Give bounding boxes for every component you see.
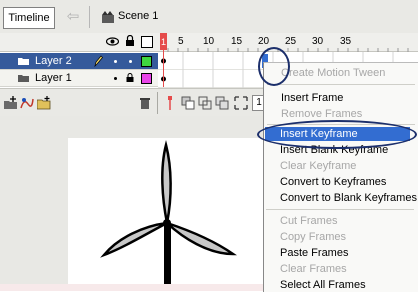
menu-separator [267, 84, 415, 85]
menu-item-clear-keyframe[interactable]: Clear Keyframe [280, 160, 356, 172]
playhead-line [163, 50, 164, 87]
menu-item-select-all-frames[interactable]: Select All Frames [280, 279, 366, 291]
layer-name: Layer 1 [35, 72, 72, 84]
lock-icon[interactable] [125, 35, 135, 47]
lock-icon[interactable] [126, 73, 134, 82]
timeline-toggle-button[interactable]: Timeline [3, 7, 55, 29]
layer-row-layer-2[interactable]: Layer 2 [0, 53, 158, 70]
stage-bottom-strip [0, 284, 268, 291]
center-frame-icon[interactable] [163, 96, 177, 110]
frame-number: 30 [312, 36, 324, 47]
scene-label[interactable]: Scene 1 [118, 10, 158, 22]
add-layer-icon[interactable] [4, 96, 18, 110]
insert-folder-icon[interactable] [37, 96, 51, 110]
edit-multiple-frames-icon[interactable] [215, 96, 229, 110]
wind-turbine-drawing [100, 140, 237, 291]
menu-separator [266, 209, 414, 210]
visibility-dot[interactable] [114, 77, 117, 80]
pasteboard [0, 116, 68, 291]
menu-item-convert-to-keyframes[interactable]: Convert to Keyframes [280, 176, 386, 188]
pencil-icon [94, 55, 103, 67]
onion-skin-outlines-icon[interactable] [198, 96, 212, 110]
playhead-frame-number: 1 [161, 37, 167, 47]
frame-number: 15 [231, 36, 243, 47]
lock-dot[interactable] [129, 60, 132, 63]
layer-outline-color[interactable] [141, 56, 152, 67]
frame-number: 10 [203, 36, 215, 47]
layer-outline-color[interactable] [141, 73, 152, 84]
frame-number: 35 [340, 36, 352, 47]
visibility-dot[interactable] [114, 60, 117, 63]
menu-item-remove-frames[interactable]: Remove Frames [281, 108, 362, 120]
stage-canvas[interactable] [68, 138, 263, 291]
bottom-divider [157, 92, 158, 114]
frame-number: 5 [178, 36, 184, 47]
trash-icon[interactable] [138, 96, 152, 110]
menu-item-convert-to-blank-keyframes[interactable]: Convert to Blank Keyframes [280, 192, 417, 204]
scene-icon [102, 11, 114, 23]
annotation-ellipse [257, 120, 417, 149]
layer-name: Layer 2 [35, 55, 72, 67]
menu-item-cut-frames[interactable]: Cut Frames [280, 215, 337, 227]
timeline-top-bar [0, 0, 418, 34]
onion-skin-icon[interactable] [181, 96, 195, 110]
menu-item-paste-frames[interactable]: Paste Frames [280, 247, 348, 259]
toolbar-divider [89, 6, 90, 28]
layer-row-layer-1[interactable]: Layer 1 [0, 70, 158, 87]
menu-item-create-motion-tween[interactable]: Create Motion Tween [281, 67, 385, 79]
outline-icon[interactable] [141, 36, 153, 48]
frame-number: 20 [258, 36, 270, 47]
annotation-circle [258, 47, 290, 86]
back-arrow-icon[interactable]: ⇦ [64, 8, 82, 26]
menu-item-copy-frames[interactable]: Copy Frames [280, 231, 346, 243]
frame-number: 25 [285, 36, 297, 47]
menu-item-insert-frame[interactable]: Insert Frame [281, 92, 343, 104]
layer-icon [18, 75, 29, 82]
layer-icon [18, 58, 29, 65]
menu-item-clear-frames[interactable]: Clear Frames [280, 263, 347, 275]
add-motion-guide-icon[interactable] [20, 96, 34, 110]
eye-icon[interactable] [106, 36, 119, 47]
modify-onion-markers-icon[interactable] [234, 96, 248, 110]
